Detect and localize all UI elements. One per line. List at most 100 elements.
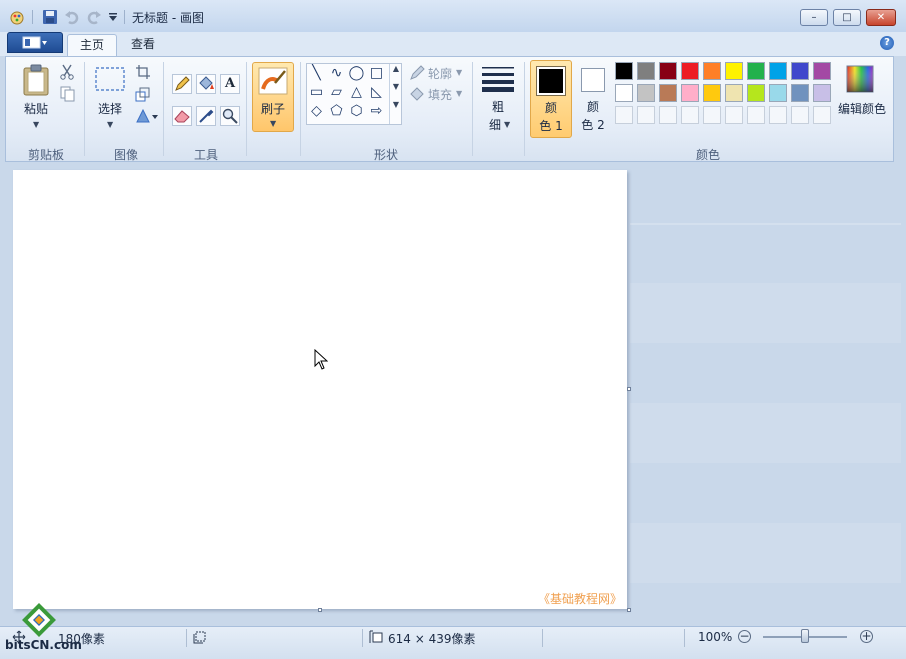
right-arrow-shape[interactable]: ⇨ [368, 103, 385, 120]
magnifier-icon [222, 108, 238, 124]
help-icon[interactable]: ? [880, 36, 894, 50]
custom-color-slot[interactable] [637, 106, 655, 124]
rounded-rectangle-shape[interactable]: ▭ [308, 84, 325, 101]
custom-color-slot[interactable] [725, 106, 743, 124]
tab-home[interactable]: 主页 [67, 34, 118, 56]
palette-swatch[interactable] [637, 62, 655, 80]
shapes-scroll[interactable]: ▲ ▼ ▼ [389, 64, 402, 124]
shapes-group-label: 形状 [373, 148, 398, 162]
right-triangle-shape[interactable]: ◺ [368, 84, 385, 101]
undo-icon[interactable] [64, 9, 80, 25]
rectangle-shape[interactable]: □ [368, 65, 385, 82]
text-tool[interactable]: A [220, 74, 240, 94]
hexagon-shape[interactable]: ⬡ [348, 103, 365, 120]
save-icon[interactable] [42, 9, 58, 24]
cut-icon[interactable] [59, 64, 75, 80]
palette-swatch[interactable] [813, 62, 831, 80]
drawing-canvas[interactable] [13, 170, 627, 609]
palette-swatch[interactable] [791, 62, 809, 80]
select-button[interactable]: 选择 ▼ [92, 62, 128, 130]
palette-swatch[interactable] [747, 62, 765, 80]
magnifier-tool[interactable] [220, 106, 240, 126]
fill-dropdown-icon: ▼ [456, 89, 463, 98]
custom-color-slot[interactable] [615, 106, 633, 124]
curve-shape[interactable]: ∿ [328, 65, 345, 82]
group-separator [163, 62, 164, 156]
palette-swatch[interactable] [681, 84, 699, 102]
close-button[interactable]: ✕ [866, 9, 896, 26]
oval-shape[interactable]: ◯ [348, 65, 365, 82]
eraser-tool[interactable] [172, 106, 192, 126]
fill-button[interactable]: 填充 ▼ [409, 85, 469, 103]
rotate-button[interactable] [135, 108, 159, 124]
polygon-shape[interactable]: ▱ [328, 84, 345, 101]
color2-swatch [581, 68, 605, 92]
outline-label: 轮廓 [428, 67, 453, 81]
custom-color-slot[interactable] [813, 106, 831, 124]
color1-label-bottom: 色 1 [539, 119, 563, 133]
maximize-button[interactable]: □ [833, 9, 861, 26]
outline-button[interactable]: 轮廓 ▼ [409, 64, 469, 82]
copy-icon[interactable] [59, 86, 75, 102]
palette-swatch[interactable] [659, 62, 677, 80]
paste-label: 粘贴 [23, 102, 48, 116]
zoom-slider-thumb[interactable] [801, 629, 809, 643]
palette-swatch[interactable] [813, 84, 831, 102]
edit-colors-button[interactable]: 编辑颜色 [838, 62, 886, 122]
palette-swatch[interactable] [791, 84, 809, 102]
scroll-up-icon[interactable]: ▲ [390, 64, 402, 73]
palette-swatch[interactable] [615, 84, 633, 102]
brush-button[interactable]: 刷子 ▼ [252, 62, 294, 132]
custom-color-slot[interactable] [703, 106, 721, 124]
pencil-tool[interactable] [172, 74, 192, 94]
palette-swatch[interactable] [637, 84, 655, 102]
custom-color-slot[interactable] [747, 106, 765, 124]
resize-handle-bottom[interactable] [318, 608, 322, 612]
palette-swatch[interactable] [615, 62, 633, 80]
custom-color-slot[interactable] [791, 106, 809, 124]
resize-handle-corner[interactable] [627, 608, 631, 612]
size-button[interactable]: 粗 细 ▼ [478, 62, 518, 134]
color2-label-bottom: 色 2 [581, 118, 605, 132]
scroll-down-icon[interactable]: ▼ [390, 82, 402, 91]
fill-tool[interactable] [196, 74, 216, 94]
status-separator [362, 629, 363, 647]
palette-swatch[interactable] [769, 62, 787, 80]
tab-view[interactable]: 查看 [119, 34, 167, 56]
paint-app-icon[interactable] [9, 9, 25, 25]
palette-swatch[interactable] [703, 62, 721, 80]
resize-icon[interactable] [135, 86, 151, 102]
color2-button[interactable]: 颜 色 2 [576, 62, 610, 136]
palette-swatch[interactable] [681, 62, 699, 80]
brush-label: 刷子 [260, 102, 285, 116]
zoom-out-button[interactable]: − [738, 630, 751, 643]
triangle-shape[interactable]: △ [348, 84, 365, 101]
paste-button[interactable]: 粘贴 ▼ [18, 62, 54, 130]
palette-swatch[interactable] [703, 84, 721, 102]
crop-icon[interactable] [135, 64, 151, 80]
mouse-cursor-icon [314, 349, 328, 370]
palette-swatch[interactable] [725, 84, 743, 102]
pentagon-shape[interactable]: ⬠ [328, 103, 345, 120]
redo-icon[interactable] [86, 9, 102, 25]
group-separator [472, 62, 473, 156]
palette-swatch[interactable] [747, 84, 765, 102]
palette-swatch[interactable] [769, 84, 787, 102]
customize-quick-access-icon[interactable] [108, 11, 124, 25]
palette-swatch[interactable] [725, 62, 743, 80]
palette-swatch[interactable] [659, 84, 677, 102]
custom-color-slot[interactable] [681, 106, 699, 124]
minimize-button[interactable]: – [800, 9, 828, 26]
status-separator [684, 629, 685, 647]
rotate-icon [136, 108, 158, 123]
custom-color-slot[interactable] [769, 106, 787, 124]
app-menu-button[interactable] [7, 32, 63, 53]
line-shape[interactable]: ╲ [308, 65, 325, 82]
diamond-shape[interactable]: ◇ [308, 103, 325, 120]
custom-color-slot[interactable] [659, 106, 677, 124]
resize-handle-right[interactable] [627, 387, 631, 391]
zoom-in-button[interactable]: + [860, 630, 873, 643]
color-picker-tool[interactable] [196, 106, 216, 126]
color1-button[interactable]: 颜 色 1 [530, 60, 572, 138]
gallery-expand-icon[interactable]: ▼ [390, 100, 402, 109]
